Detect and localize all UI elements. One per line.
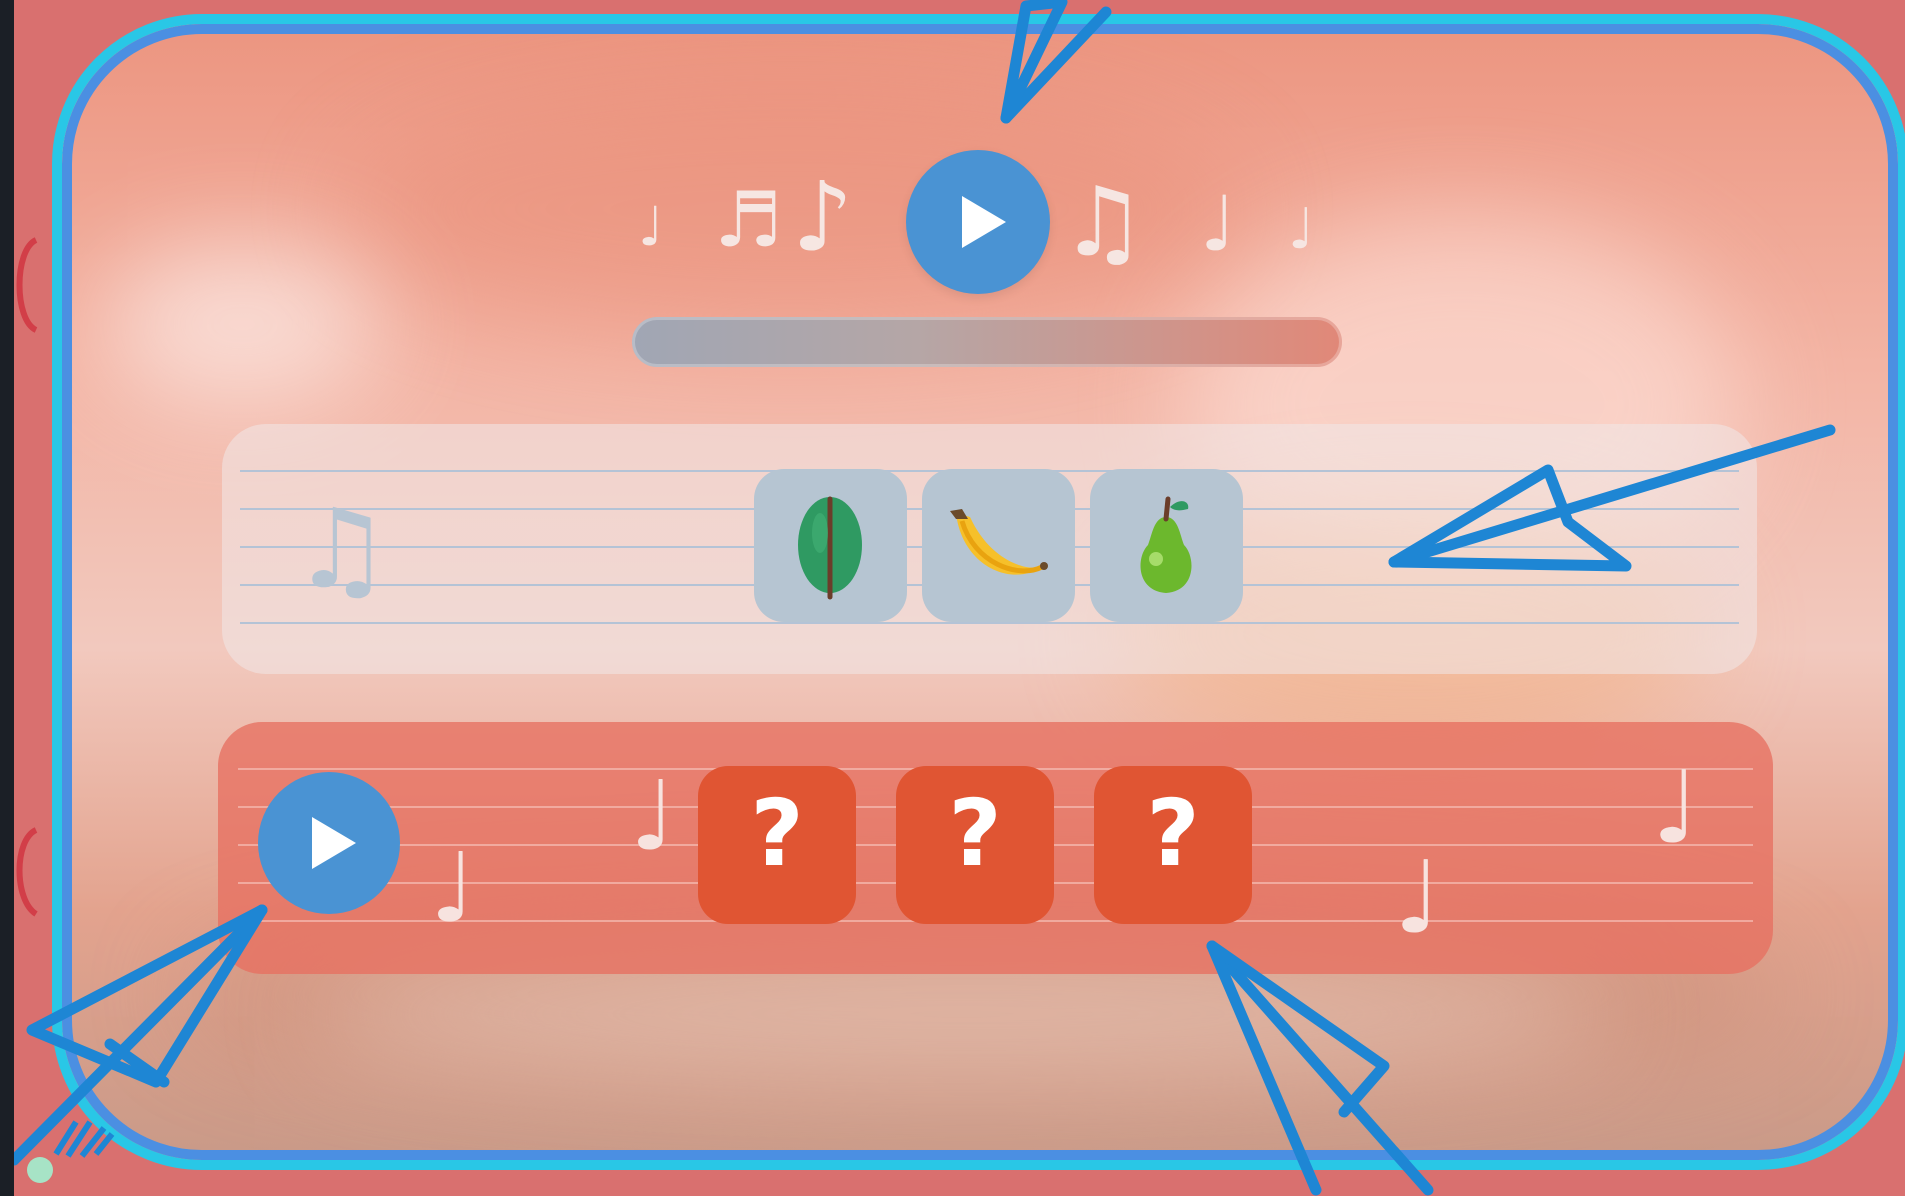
edge-mark [16, 827, 38, 917]
indicator-dot [27, 1157, 53, 1183]
annotation-arrowhead [26, 904, 268, 1088]
edge-mark [16, 237, 38, 333]
annotation-arrow [1206, 940, 1434, 1196]
annotation-overlay [14, 0, 1836, 1196]
game-screen: ♩ ♬ ♪ ♫ ♩ ♩ ♫ ♩ ♩ ? ? ? ♩ ♩ [14, 0, 1905, 1196]
annotation-scribble [53, 1120, 115, 1158]
annotation-arrow [1388, 424, 1836, 568]
